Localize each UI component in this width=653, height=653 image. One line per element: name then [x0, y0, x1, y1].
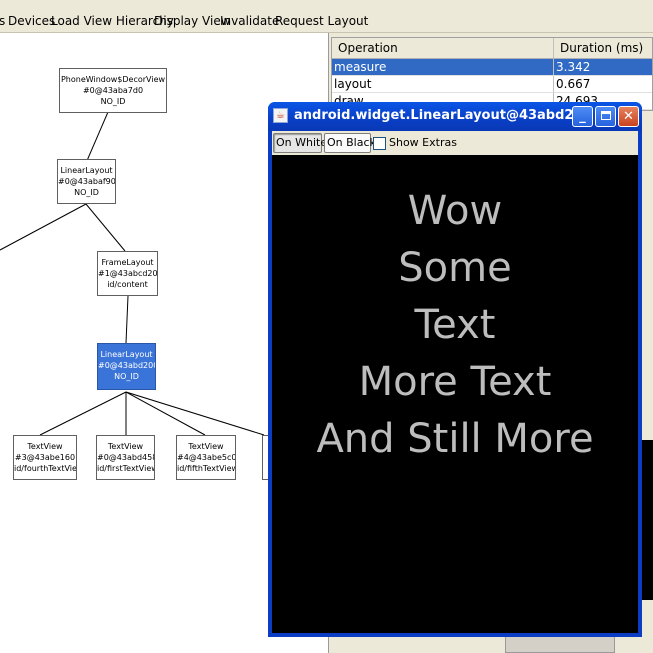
node-id: NO_ID — [74, 188, 99, 197]
node-class-name: FrameLayout — [101, 258, 154, 267]
cell-duration: 0.667 — [556, 77, 591, 91]
hierarchy-node-framelayout[interactable]: FrameLayout #1@43abcd20 id/content — [97, 251, 158, 296]
preview-text-line: Text — [414, 302, 496, 348]
node-hash: #0@43aba7d0 — [82, 86, 144, 95]
node-id: NO_ID — [100, 97, 126, 106]
table-row[interactable]: layout 0.667 — [332, 76, 652, 93]
column-header-duration[interactable]: Duration (ms) — [554, 38, 652, 58]
hierarchy-node-textview-first[interactable]: TextView #0@43abd458 id/firstTextView — [96, 435, 155, 480]
node-id: id/fourthTextView — [14, 464, 76, 473]
cell-duration: 3.342 — [556, 60, 591, 74]
view-preview: Wow Some Text More Text And Still More — [272, 155, 638, 633]
node-hash: #3@43abe160 — [14, 453, 76, 462]
hierarchy-node-decorview[interactable]: PhoneWindow$DecorView #0@43aba7d0 NO_ID — [59, 68, 167, 113]
on-white-button[interactable]: On White — [273, 133, 327, 153]
node-class-name: LinearLayout — [60, 166, 113, 175]
node-id: id/content — [107, 280, 148, 289]
menu-item-truncated[interactable]: s — [0, 14, 5, 28]
profile-table: Operation Duration (ms) measure 3.342 la… — [331, 37, 653, 111]
close-button[interactable]: ✕ — [618, 106, 639, 127]
maximize-icon — [600, 111, 611, 120]
menu-item-invalidate[interactable]: Invalidate — [220, 14, 279, 28]
node-class-name: LinearLayout — [100, 350, 153, 359]
node-id: id/firstTextView — [97, 464, 154, 473]
node-class-name: TextView — [27, 442, 63, 451]
hierarchy-node-textview-fourth[interactable]: TextView #3@43abe160 id/fourthTextView — [13, 435, 77, 480]
minimize-icon: _ — [579, 109, 586, 124]
menu-item-devices[interactable]: Devices — [8, 14, 55, 28]
window-titlebar[interactable]: ☕ android.widget.LinearLayout@43abd200 _… — [268, 102, 642, 131]
hierarchy-node-textview-fifth[interactable]: TextView #4@43abe5c0 id/fifthTextView — [176, 435, 236, 480]
node-hash: #0@43abd200 — [98, 361, 155, 370]
maximize-button[interactable] — [595, 106, 616, 127]
preview-window: ☕ android.widget.LinearLayout@43abd200 _… — [268, 102, 642, 637]
preview-text-line: Some — [398, 245, 512, 291]
window-title: android.widget.LinearLayout@43abd200 — [294, 108, 592, 123]
close-icon: ✕ — [623, 109, 634, 124]
show-extras-checkbox[interactable] — [373, 137, 386, 150]
table-header: Operation Duration (ms) — [332, 38, 652, 59]
menu-item-request-layout[interactable]: Request Layout — [275, 14, 368, 28]
node-class-name: TextView — [107, 442, 144, 451]
on-black-button[interactable]: On Black — [324, 133, 376, 153]
preview-text-line: More Text — [358, 359, 552, 405]
java-cup-icon: ☕ — [273, 108, 288, 123]
preview-toolbar: On White On Black Show Extras — [272, 131, 638, 155]
node-id: id/fifthTextView — [177, 464, 235, 473]
node-class-name: PhoneWindow$DecorView — [60, 75, 166, 84]
hierarchy-node-linearlayout-selected[interactable]: LinearLayout #0@43abd200 NO_ID — [97, 343, 156, 390]
node-hash: #0@43abaf90 — [58, 177, 115, 186]
show-extras-label: Show Extras — [389, 136, 457, 149]
preview-text-line: Wow — [407, 188, 503, 234]
minimize-button[interactable]: _ — [572, 106, 593, 127]
cell-operation: layout — [332, 76, 554, 92]
hierarchy-node-linearlayout-root[interactable]: LinearLayout #0@43abaf90 NO_ID — [57, 159, 116, 204]
bottom-status-bar — [505, 636, 615, 653]
node-id: NO_ID — [114, 372, 139, 381]
preview-text-line: And Still More — [316, 416, 594, 462]
cell-operation: measure — [332, 59, 554, 75]
node-hash: #0@43abd458 — [97, 453, 154, 462]
column-header-operation[interactable]: Operation — [332, 38, 554, 58]
table-row[interactable]: measure 3.342 — [332, 59, 652, 76]
node-hash: #1@43abcd20 — [98, 269, 157, 278]
node-hash: #4@43abe5c0 — [177, 453, 235, 462]
main-toolbar: s Devices Load View Hierarchy Display Vi… — [0, 0, 653, 33]
node-class-name: TextView — [188, 442, 224, 451]
